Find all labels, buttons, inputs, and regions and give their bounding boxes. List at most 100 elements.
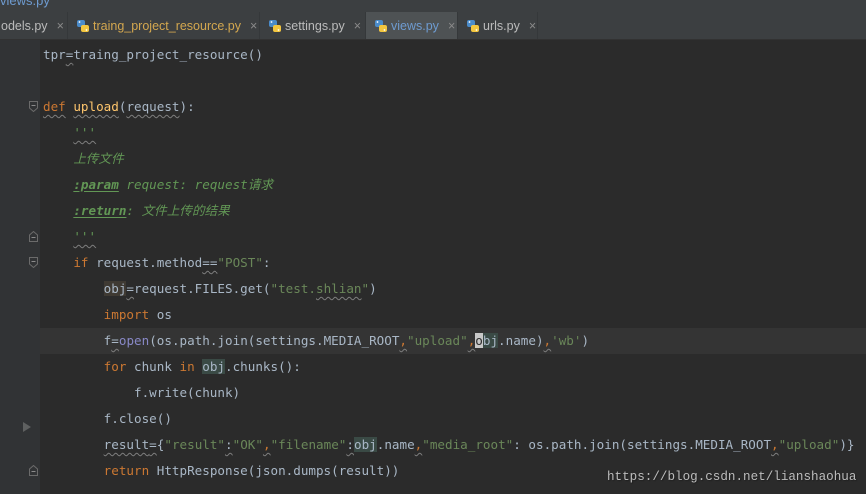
code-line[interactable]: f.write(chunk) — [0, 380, 866, 406]
gutter-cell[interactable] — [0, 146, 40, 172]
tab-label: settings.py — [285, 18, 345, 33]
tab-urls-py[interactable]: urls.py × — [458, 12, 538, 39]
code-line[interactable]: def upload(request): — [0, 94, 866, 120]
code-text[interactable] — [40, 68, 866, 94]
code-token: : os.path.join(settings.MEDIA_ROOT — [513, 437, 772, 452]
fold-start-icon[interactable] — [29, 101, 38, 112]
code-token: obj — [103, 281, 127, 296]
code-text[interactable]: :param request: request请求 — [40, 172, 866, 198]
code-text[interactable]: obj=request.FILES.get("test.shlian") — [40, 276, 866, 302]
code-token: request: request请求 — [118, 177, 273, 192]
code-token: "filename" — [270, 437, 347, 452]
code-line[interactable]: tpr=traing_project_resource() — [0, 42, 866, 68]
code-token: "media_root" — [422, 437, 514, 452]
gutter-cell[interactable] — [0, 224, 40, 250]
tab-label: views.py — [391, 18, 439, 33]
code-token: == — [202, 255, 218, 270]
code-text[interactable]: if request.method=="POST": — [40, 250, 866, 276]
watermark: https://blog.csdn.net/lianshaohua — [607, 470, 857, 484]
code-line[interactable]: ''' — [0, 120, 866, 146]
code-token: , — [399, 333, 408, 348]
nav-file-breadcrumb[interactable]: views.py — [0, 0, 50, 9]
python-file-icon — [268, 19, 282, 33]
tab-close-button[interactable]: × — [250, 18, 257, 34]
code-text[interactable]: ''' — [40, 120, 866, 146]
code-token: request — [126, 99, 180, 114]
gutter-cell[interactable] — [0, 328, 40, 354]
code-token: open — [118, 333, 150, 348]
editor-tab-bar: odels.py × traing_project_resource.py × … — [0, 12, 866, 40]
code-token: : 文件上传的结果 — [126, 203, 230, 218]
tab-models-py[interactable]: odels.py × — [0, 12, 68, 39]
code-text[interactable]: f=open(os.path.join(settings.MEDIA_ROOT,… — [40, 328, 866, 354]
code-token: os — [149, 307, 172, 322]
gutter-cell[interactable] — [0, 42, 40, 68]
code-text[interactable]: f.write(chunk) — [40, 380, 866, 406]
gutter-cell[interactable] — [0, 380, 40, 406]
code-text[interactable]: :return: 文件上传的结果 — [40, 198, 866, 224]
tab-close-button[interactable]: × — [448, 18, 455, 34]
gutter-cell[interactable] — [0, 406, 40, 432]
gutter-cell[interactable] — [0, 68, 40, 94]
code-token: import — [103, 307, 150, 322]
code-text[interactable]: f.close() — [40, 406, 866, 432]
code-line[interactable]: f.close() — [0, 406, 866, 432]
gutter-cell[interactable] — [0, 94, 40, 120]
code-line[interactable] — [0, 68, 866, 94]
gutter-cell[interactable] — [0, 458, 40, 484]
code-token: ''' — [73, 229, 97, 244]
code-line[interactable]: for chunk in obj.chunks(): — [0, 354, 866, 380]
code-text[interactable]: def upload(request): — [40, 94, 866, 120]
code-token: traing_project_resource() — [73, 47, 263, 62]
code-line[interactable]: :return: 文件上传的结果 — [0, 198, 866, 224]
code-token: result — [103, 437, 150, 452]
gutter-cell[interactable] — [0, 302, 40, 328]
fold-end-icon[interactable] — [29, 465, 38, 476]
gutter-cell[interactable] — [0, 432, 40, 458]
tab-close-button[interactable]: × — [354, 18, 361, 34]
fold-end-icon[interactable] — [29, 231, 38, 242]
gutter-cell[interactable] — [0, 198, 40, 224]
code-token: (os.path.join(settings.MEDIA_ROOT — [149, 333, 400, 348]
python-file-icon — [466, 19, 480, 33]
code-text[interactable]: result={"result":"OK","filename":obj.nam… — [40, 432, 866, 458]
code-text[interactable]: for chunk in obj.chunks(): — [40, 354, 866, 380]
code-editor: tpr=traing_project_resource()def upload(… — [0, 40, 866, 494]
navigation-bar[interactable]: views.py — [0, 0, 866, 12]
code-text[interactable]: import os — [40, 302, 866, 328]
gutter-cell[interactable] — [0, 354, 40, 380]
code-line[interactable]: if request.method=="POST": — [0, 250, 866, 276]
code-area[interactable]: tpr=traing_project_resource()def upload(… — [0, 40, 866, 494]
gutter-cell[interactable] — [0, 172, 40, 198]
code-text[interactable]: tpr=traing_project_resource() — [40, 42, 866, 68]
code-line[interactable]: result={"result":"OK","filename":obj.nam… — [0, 432, 866, 458]
fold-start-icon[interactable] — [29, 257, 38, 268]
gutter-cell[interactable] — [0, 120, 40, 146]
gutter-cell[interactable] — [0, 250, 40, 276]
tab-close-button[interactable]: × — [57, 18, 64, 34]
code-token: , — [543, 333, 552, 348]
tab-settings-py[interactable]: settings.py × — [260, 12, 366, 39]
code-text[interactable]: 上传文件 — [40, 146, 866, 172]
code-line[interactable]: ''' — [0, 224, 866, 250]
code-line[interactable]: obj=request.FILES.get("test.shlian") — [0, 276, 866, 302]
gutter-cell[interactable] — [0, 276, 40, 302]
code-token: request.method — [88, 255, 203, 270]
code-token: obj — [202, 359, 226, 374]
code-line[interactable]: 上传文件 — [0, 146, 866, 172]
code-line[interactable]: f=open(os.path.join(settings.MEDIA_ROOT,… — [0, 328, 866, 354]
code-token: shlian — [316, 281, 362, 296]
tab-views-py[interactable]: views.py × — [366, 12, 458, 39]
code-line[interactable]: import os — [0, 302, 866, 328]
code-token: upload — [73, 99, 119, 114]
code-token: obj — [353, 437, 377, 452]
code-text[interactable]: ''' — [40, 224, 866, 250]
expand-triangle-icon[interactable] — [23, 422, 31, 432]
tab-close-button[interactable]: × — [529, 18, 536, 34]
code-token: "POST" — [217, 255, 263, 270]
code-token: = — [149, 437, 157, 452]
code-line[interactable]: :param request: request请求 — [0, 172, 866, 198]
tab-traing-project-resource-py[interactable]: traing_project_resource.py × — [68, 12, 260, 39]
